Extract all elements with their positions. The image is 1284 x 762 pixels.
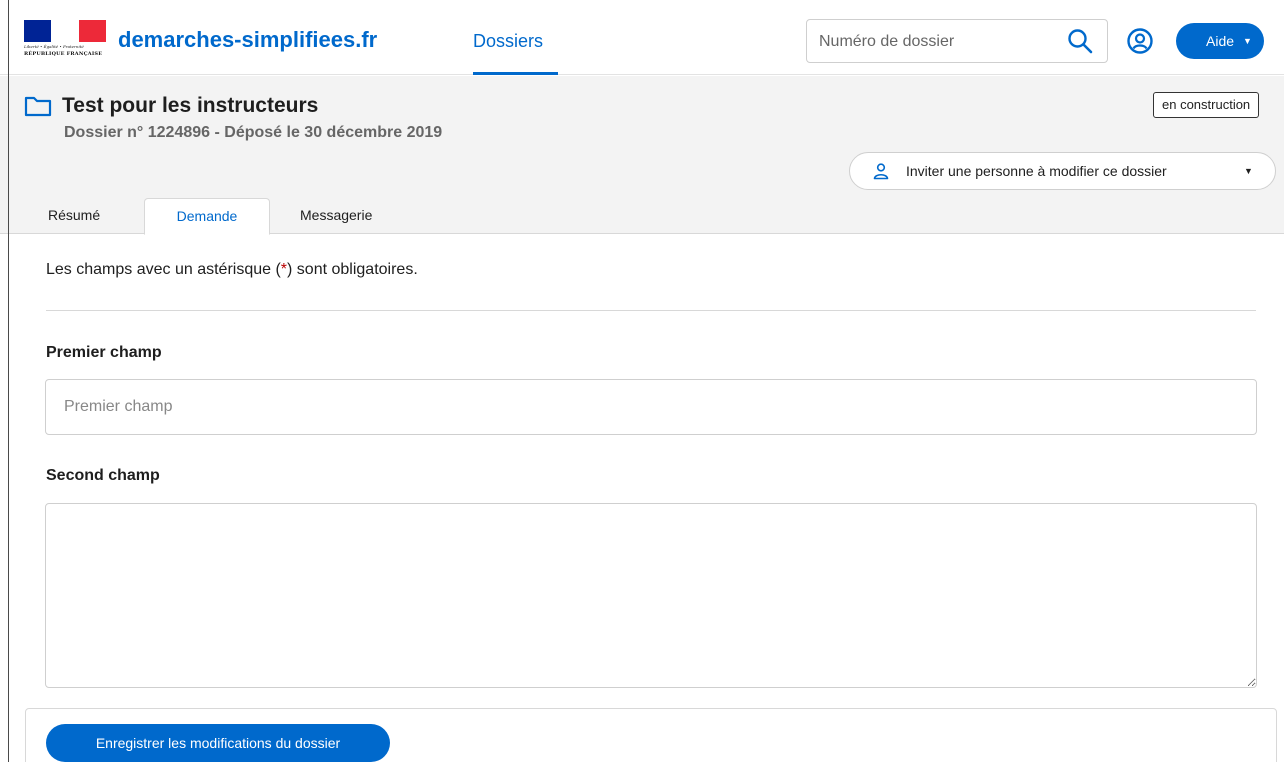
divider (46, 310, 1256, 311)
chevron-down-icon: ▼ (1244, 166, 1253, 176)
field-label-second: Second champ (46, 467, 160, 484)
logo-country: RÉPUBLIQUE FRANÇAISE (24, 51, 103, 57)
second-champ-textarea[interactable] (45, 503, 1257, 688)
page-title: Test pour les instructeurs (62, 94, 319, 117)
tab-resume[interactable]: Résumé (48, 198, 100, 234)
nav-dossiers-link[interactable]: Dossiers (473, 31, 543, 52)
tricolor-flag-icon (24, 20, 106, 42)
marianne-logo[interactable]: Liberté • Égalité • Fraternité RÉPUBLIQU… (24, 20, 106, 60)
required-fields-notice: Les champs avec un astérisque (*) sont o… (46, 261, 418, 279)
premier-champ-input[interactable] (45, 379, 1257, 435)
top-header: Liberté • Égalité • Fraternité RÉPUBLIQU… (0, 0, 1284, 75)
invite-button-label: Inviter une personne à modifier ce dossi… (906, 163, 1167, 179)
tab-messagerie[interactable]: Messagerie (300, 198, 372, 234)
site-name-link[interactable]: demarches-simplifiees.fr (118, 27, 377, 53)
logo-motto: Liberté • Égalité • Fraternité (24, 44, 84, 49)
person-icon (873, 163, 889, 180)
status-badge: en construction (1153, 92, 1260, 118)
window-left-edge (8, 0, 9, 762)
nav-active-indicator (473, 72, 558, 75)
search-box (806, 19, 1108, 63)
dossier-subtitle: Dossier n° 1224896 - Déposé le 30 décemb… (64, 124, 443, 141)
notice-text-start: Les champs avec un astérisque ( (46, 261, 281, 278)
folder-icon (24, 96, 52, 117)
chevron-down-icon: ▼ (1243, 36, 1252, 46)
save-button[interactable]: Enregistrer les modifications du dossier (46, 724, 390, 762)
notice-text-end: ) sont obligatoires. (287, 261, 418, 278)
field-label-premier: Premier champ (46, 344, 162, 361)
search-icon[interactable] (1066, 27, 1094, 55)
search-input[interactable] (819, 30, 1049, 54)
user-circle-icon[interactable] (1126, 27, 1154, 55)
tab-demande[interactable]: Demande (144, 198, 270, 235)
